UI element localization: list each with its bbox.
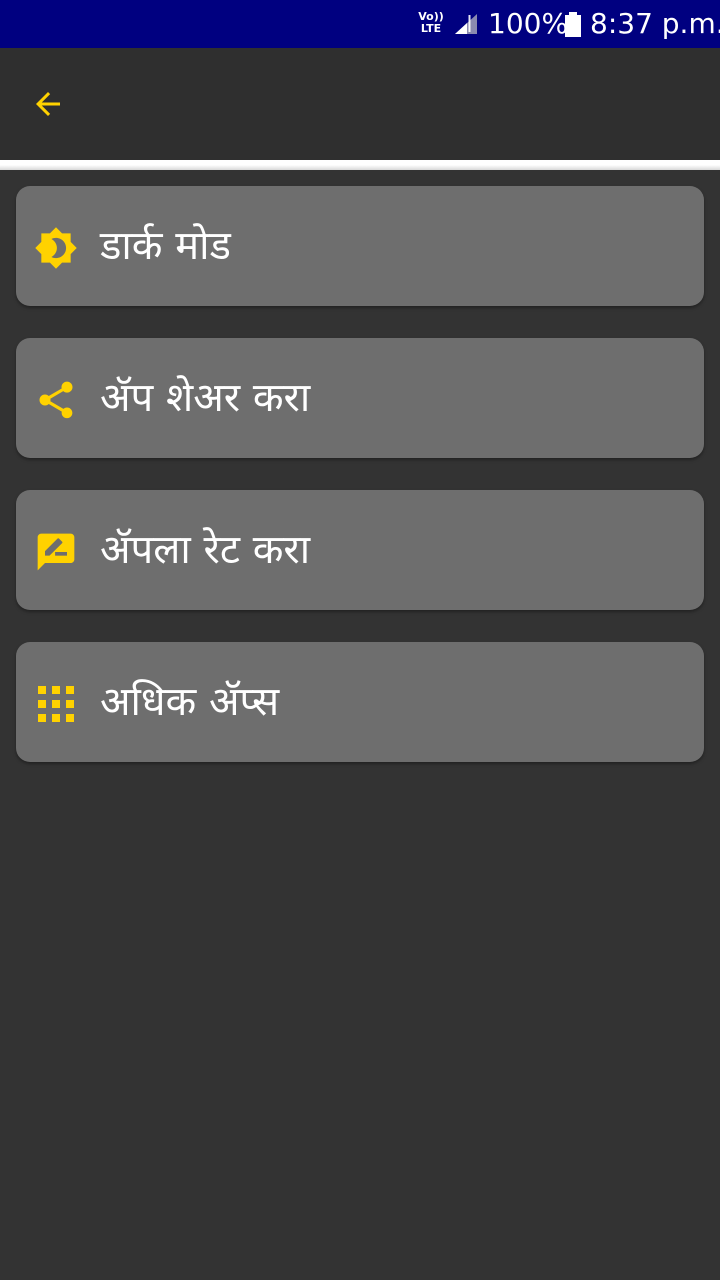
- app-bar: [0, 48, 720, 160]
- menu-item-dark-mode[interactable]: डार्क मोड: [16, 186, 704, 306]
- app-bar-divider: [0, 160, 720, 170]
- menu-item-label: डार्क मोड: [100, 223, 231, 269]
- lte-label: LTE: [420, 22, 442, 35]
- battery-icon: [564, 12, 582, 42]
- menu-item-label: अधिक ॲप्स: [100, 679, 280, 725]
- menu-item-label: ॲप शेअर करा: [100, 375, 311, 421]
- status-bar: Vo)) LTE 100% 8:37 p.m.: [0, 0, 720, 48]
- menu-item-rate-app[interactable]: ॲपला रेट करा: [16, 490, 704, 610]
- signal-icon: [453, 12, 479, 40]
- menu-item-label: ॲपला रेट करा: [100, 527, 311, 573]
- back-button[interactable]: [24, 80, 72, 128]
- battery-percent: 100%: [488, 7, 569, 40]
- apps-grid-icon: [34, 682, 78, 726]
- arrow-back-icon: [36, 92, 60, 116]
- menu-item-share-app[interactable]: ॲप शेअर करा: [16, 338, 704, 458]
- volte-indicator: Vo)) LTE: [418, 11, 444, 35]
- clock: 8:37 p.m.: [590, 7, 720, 40]
- menu-item-more-apps[interactable]: अधिक ॲप्स: [16, 642, 704, 762]
- menu-list: डार्क मोड ॲप शेअर करा ॲपला रेट करा अधिक …: [16, 186, 704, 794]
- brightness-icon: [34, 226, 78, 270]
- rate-review-icon: [34, 530, 78, 574]
- share-icon: [34, 378, 78, 422]
